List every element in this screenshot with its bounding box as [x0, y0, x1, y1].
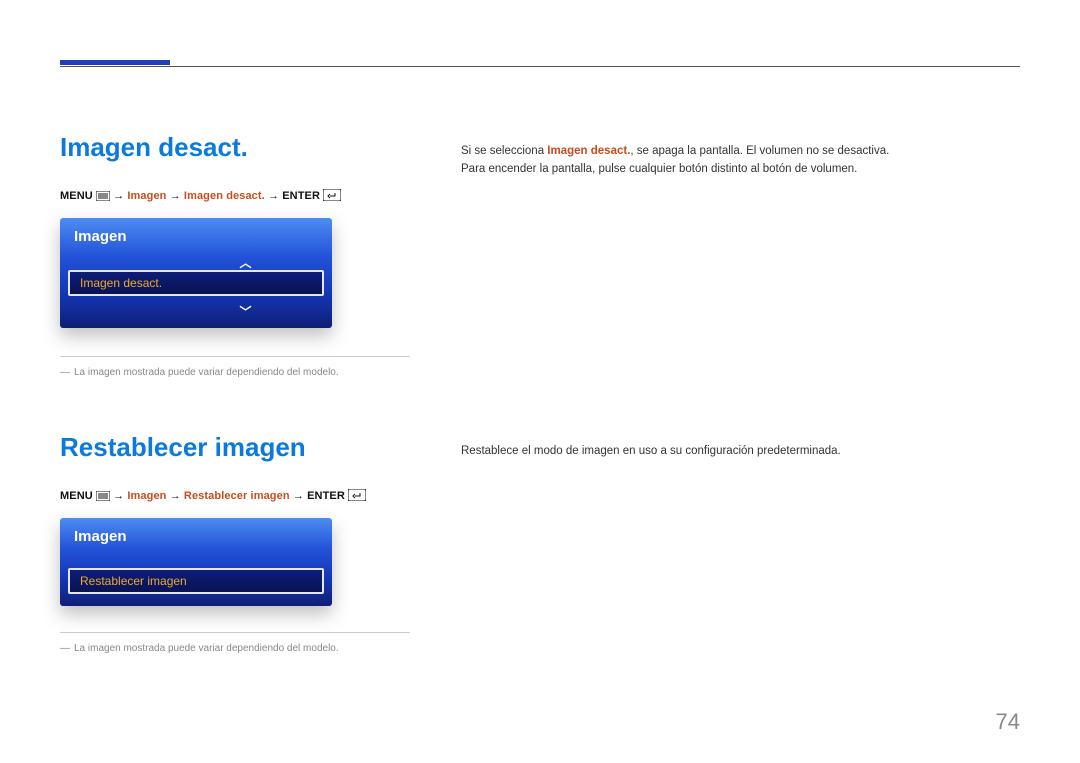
menu-icon [96, 191, 110, 201]
page-number: 74 [996, 709, 1020, 735]
description-line-2: Para encender la pantalla, pulse cualqui… [461, 160, 1020, 178]
left-column: Imagen desact. MENU → Imagen → Imagen de… [60, 132, 455, 378]
section-title: Restablecer imagen [60, 432, 455, 463]
arrow-icon: → [268, 190, 282, 202]
osd-panel: Imagen ︿ Restablecer imagen [60, 518, 332, 606]
left-column: Restablecer imagen MENU → Imagen → Resta… [60, 432, 455, 654]
desc-text: Si se selecciona [461, 145, 547, 157]
accent-bar [60, 60, 170, 65]
desc-text: , se apaga la pantalla. El volumen no se… [630, 145, 889, 157]
arrow-icon: → [170, 190, 184, 202]
right-column: Restablece el modo de imagen en uso a su… [461, 432, 1020, 654]
menu-icon [96, 491, 110, 501]
footnote-dash: ― [60, 367, 70, 378]
arrow-icon: → [113, 190, 127, 202]
breadcrumb-target: Restablecer imagen [184, 490, 290, 502]
right-column: Si se selecciona Imagen desact., se apag… [461, 132, 1020, 378]
enter-icon [348, 489, 366, 501]
osd-panel: Imagen ︿ Imagen desact. ﹀ [60, 218, 332, 328]
footnote: ― La imagen mostrada puede variar dependi… [60, 367, 455, 378]
arrow-icon: → [170, 490, 184, 502]
footnote-rule [60, 632, 410, 633]
footnote-text: La imagen mostrada puede variar dependie… [74, 367, 339, 378]
breadcrumb-menu-label: MENU [60, 490, 93, 502]
section-imagen-desact: Imagen desact. MENU → Imagen → Imagen de… [60, 92, 1020, 378]
breadcrumb-target: Imagen desact. [184, 190, 265, 202]
breadcrumb-menu-label: MENU [60, 190, 93, 202]
breadcrumb-imagen: Imagen [127, 490, 166, 502]
breadcrumb: MENU → Imagen → Imagen desact. → ENTER [60, 189, 455, 202]
enter-icon [323, 189, 341, 201]
osd-selected-row: Restablecer imagen [68, 568, 324, 594]
footnote-dash: ― [60, 643, 70, 654]
breadcrumb-enter-label: ENTER [282, 190, 320, 202]
breadcrumb-imagen: Imagen [127, 190, 166, 202]
section-restablecer-imagen: Restablecer imagen MENU → Imagen → Resta… [60, 432, 1020, 654]
osd-header: Imagen [60, 218, 332, 251]
chevron-up-icon: ︿ [240, 254, 252, 271]
manual-page: Imagen desact. MENU → Imagen → Imagen de… [0, 0, 1080, 763]
osd-selected-row: Imagen desact. [68, 270, 324, 296]
footnote-rule [60, 356, 410, 357]
arrow-icon: → [293, 490, 307, 502]
breadcrumb-enter-label: ENTER [307, 490, 345, 502]
footnote: ― La imagen mostrada puede variar dependi… [60, 643, 455, 654]
chevron-down-icon: ﹀ [240, 303, 252, 320]
desc-highlight: Imagen desact. [547, 145, 630, 157]
section-title: Imagen desact. [60, 132, 455, 163]
breadcrumb: MENU → Imagen → Restablecer imagen → ENT… [60, 489, 455, 502]
osd-header: Imagen [60, 518, 332, 551]
description-line-1: Si se selecciona Imagen desact., se apag… [461, 142, 1020, 160]
footnote-text: La imagen mostrada puede variar dependie… [74, 643, 339, 654]
description-line: Restablece el modo de imagen en uso a su… [461, 442, 1020, 460]
horizontal-rule [60, 66, 1020, 67]
arrow-icon: → [113, 490, 127, 502]
